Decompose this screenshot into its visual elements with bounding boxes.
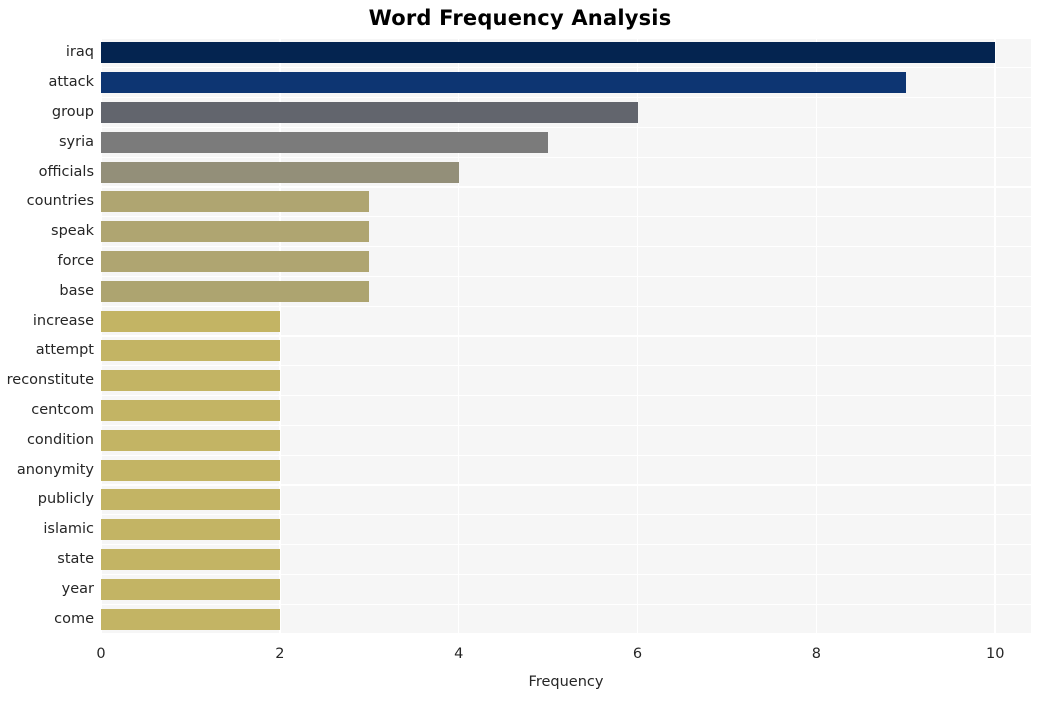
bar bbox=[101, 310, 280, 332]
bar bbox=[101, 370, 280, 392]
bar bbox=[101, 400, 280, 421]
y-gridline bbox=[101, 335, 1031, 337]
y-gridline bbox=[101, 275, 1031, 278]
chart-figure: Word Frequency Analysis iraq attack group s… bbox=[0, 0, 1040, 701]
bar bbox=[101, 340, 280, 362]
bar bbox=[101, 251, 370, 272]
y-gridline bbox=[101, 67, 1031, 69]
y-gridline bbox=[101, 126, 1031, 129]
bar bbox=[101, 131, 549, 153]
y-axis-tick-labels: iraq attack group syria officials countries sp… bbox=[0, 38, 94, 634]
y-gridline bbox=[101, 543, 1031, 546]
y-gridline bbox=[101, 365, 1031, 367]
x-axis-tick-label: 10 bbox=[985, 646, 1005, 662]
y-gridline bbox=[101, 484, 1031, 486]
y-axis-tick-label: islamic bbox=[43, 521, 94, 538]
bar bbox=[101, 102, 638, 123]
y-axis-tick-label: centcom bbox=[31, 402, 94, 418]
bar bbox=[101, 280, 370, 302]
y-gridline bbox=[101, 245, 1031, 248]
x-axis-tick-label: 4 bbox=[454, 646, 464, 662]
y-axis-tick-label: condition bbox=[26, 431, 94, 448]
bar bbox=[101, 191, 370, 213]
y-gridline bbox=[101, 603, 1031, 605]
y-axis-tick-label: attempt bbox=[35, 342, 94, 359]
y-gridline bbox=[101, 514, 1031, 516]
y-gridline bbox=[101, 38, 1031, 39]
plot-area bbox=[101, 38, 1031, 634]
x-axis-tick-label: 6 bbox=[632, 646, 643, 662]
y-axis-tick-label: state bbox=[57, 551, 94, 567]
y-axis-tick-label: year bbox=[61, 580, 94, 597]
bar bbox=[101, 578, 280, 600]
y-axis-tick-label: officials bbox=[38, 163, 94, 180]
y-gridline bbox=[101, 573, 1031, 576]
y-axis-tick-label: base bbox=[59, 282, 94, 299]
y-axis-tick-label: force bbox=[57, 253, 94, 269]
x-axis-title: Frequency bbox=[528, 674, 604, 690]
chart-title: Word Frequency Analysis bbox=[368, 6, 672, 30]
y-gridline bbox=[101, 96, 1031, 99]
y-gridline bbox=[101, 305, 1031, 307]
bar bbox=[101, 549, 280, 570]
bar bbox=[101, 161, 459, 183]
y-gridline bbox=[101, 633, 1031, 634]
x-axis-tick-label: 2 bbox=[275, 646, 285, 662]
bar bbox=[101, 429, 280, 451]
bar bbox=[101, 221, 370, 243]
bar bbox=[101, 459, 280, 481]
y-gridline bbox=[101, 186, 1031, 188]
bar bbox=[101, 72, 906, 94]
bar bbox=[101, 519, 280, 541]
y-axis-tick-label: come bbox=[54, 610, 94, 627]
y-gridline bbox=[101, 454, 1031, 456]
y-axis-tick-label: group bbox=[51, 104, 94, 120]
y-axis-tick-label: publicly bbox=[37, 491, 94, 508]
y-axis-tick-label: syria bbox=[58, 133, 94, 150]
bar bbox=[101, 608, 280, 630]
x-axis-tick-label: 0 bbox=[96, 646, 106, 662]
x-axis-tick-labels: 0 2 4 6 8 10 bbox=[0, 646, 1040, 672]
bar bbox=[101, 42, 996, 64]
y-axis-tick-label: anonymity bbox=[16, 461, 94, 478]
y-axis-tick-label: increase bbox=[32, 312, 94, 329]
x-axis-tick-label: 8 bbox=[811, 646, 821, 662]
y-axis-tick-label: countries bbox=[26, 193, 94, 210]
y-axis-tick-label: iraq bbox=[65, 44, 94, 61]
y-axis-tick-label: speak bbox=[51, 223, 94, 240]
y-gridline bbox=[101, 216, 1031, 218]
y-gridline bbox=[101, 424, 1031, 427]
bar bbox=[101, 489, 280, 511]
y-gridline bbox=[101, 394, 1031, 397]
y-axis-tick-label: reconstitute bbox=[6, 372, 94, 389]
y-gridline bbox=[101, 156, 1031, 158]
y-axis-tick-label: attack bbox=[48, 74, 94, 91]
